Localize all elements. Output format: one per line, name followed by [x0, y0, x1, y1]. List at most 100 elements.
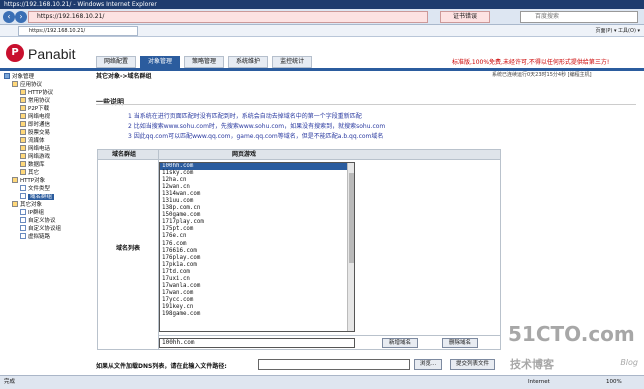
domain-option[interactable]: 138p.com.cn: [160, 205, 354, 212]
listbox-scrollbar[interactable]: [347, 163, 354, 331]
toolbar-tools[interactable]: 页面(P) ▾ 工具(O) ▾: [595, 26, 640, 36]
add-domain-button[interactable]: 新增域名: [382, 338, 419, 348]
menu-tab[interactable]: 网络配置: [96, 56, 137, 68]
window-title: https://192.168.10.21/ - Windows Interne…: [0, 0, 644, 9]
browser-tab[interactable]: https://192.168.10.21/: [18, 26, 138, 36]
sidebar-item-label: IP群组: [28, 210, 44, 216]
zoom-level[interactable]: 100%: [606, 376, 622, 389]
sidebar-item-label: 常用协议: [28, 98, 51, 104]
scroll-thumb[interactable]: [349, 173, 354, 263]
sidebar-item[interactable]: 流媒体: [4, 137, 86, 145]
domain-input[interactable]: 100hh.com: [159, 338, 355, 348]
domain-option[interactable]: 191key.cn: [160, 304, 354, 311]
help-title: 一些说明: [96, 98, 124, 106]
sidebar-item[interactable]: 即时通信: [4, 121, 86, 129]
domain-option[interactable]: 17wan.com: [160, 290, 354, 297]
submit-list-button[interactable]: 提交列表文件: [450, 359, 496, 370]
sidebar-item-label: 股票交易: [28, 130, 51, 136]
folder-icon: [20, 145, 26, 151]
domain-option[interactable]: 17ycc.com: [160, 297, 354, 304]
help-notes: 1 当系统在进行页面匹配时没有匹配到时，系统会自动去掉域名中的第一个字段重新匹配…: [128, 112, 385, 142]
folder-icon: [20, 113, 26, 119]
sidebar-item[interactable]: 网络电话: [4, 145, 86, 153]
folder-icon: [12, 201, 18, 207]
cert-error-badge[interactable]: 证书错误: [440, 11, 490, 23]
watermark: 51CTO.com 技术博客 Blog: [508, 322, 638, 378]
folder-icon: [20, 161, 26, 167]
domain-option[interactable]: 11sky.com: [160, 170, 354, 177]
domain-option[interactable]: 1717play.com: [160, 219, 354, 226]
menu-tab[interactable]: 策略管理: [184, 56, 225, 68]
domain-option[interactable]: 131uu.com: [160, 198, 354, 205]
sidebar-item-label: 数据库: [28, 162, 45, 168]
sidebar-item[interactable]: 常用协议: [4, 97, 86, 105]
search-input[interactable]: 百度搜索: [520, 11, 638, 23]
delete-domain-button[interactable]: 删除域名: [442, 338, 479, 348]
domain-listbox[interactable]: 100hh.com 11sky.com 12ha.cn 12wan.cn 1314wan…: [159, 162, 355, 332]
domain-option[interactable]: 176e.cn: [160, 233, 354, 240]
sidebar-item[interactable]: 自定义协议组: [4, 225, 86, 233]
menu-tab[interactable]: 对象管理: [140, 56, 181, 68]
sidebar-item-label: 自定义协议组: [28, 226, 62, 232]
zone-indicator: Internet: [528, 379, 550, 385]
sidebar-item[interactable]: 网络游戏: [4, 153, 86, 161]
sidebar-item-label: 网络电话: [28, 146, 51, 152]
domain-option[interactable]: 17wanla.com: [160, 283, 354, 290]
import-label: 如果从文件加载DNS列表，请在此输入文件路径:: [96, 363, 227, 370]
domain-option[interactable]: 150game.com: [160, 212, 354, 219]
domain-option[interactable]: 176.com: [160, 241, 354, 248]
sidebar-item-label: 文件类型: [28, 186, 51, 192]
sidebar-item[interactable]: 数据库: [4, 161, 86, 169]
sidebar-item[interactable]: 网络电视: [4, 113, 86, 121]
domain-group-table: 域名群组 网页游戏 域名列表 100hh.com 11sky.com 12ha.cn…: [97, 149, 501, 350]
forward-icon[interactable]: ›: [15, 11, 27, 23]
domain-option[interactable]: [160, 318, 354, 325]
browse-button[interactable]: 浏览...: [414, 359, 443, 370]
folder-icon: [20, 105, 26, 111]
sidebar-item[interactable]: HTTP对象: [4, 177, 86, 185]
domain-option[interactable]: 17uxi.cn: [160, 276, 354, 283]
sidebar-item[interactable]: 其它对象: [4, 201, 86, 209]
help-note: 3 因此qq.com可以匹配www.qq.com，game.qq.com等域名，…: [128, 133, 384, 140]
domain-option[interactable]: 100hh.com: [160, 163, 354, 171]
sidebar-item[interactable]: 对象管理: [4, 73, 86, 81]
sidebar-item[interactable]: 虚拟链路: [4, 233, 86, 241]
sidebar-item-label: 流媒体: [28, 138, 45, 144]
sidebar-item[interactable]: IP群组: [4, 209, 86, 217]
col-name-header: 网页游戏: [232, 151, 257, 158]
url-input[interactable]: https://192.168.10.21/: [28, 11, 428, 23]
back-icon[interactable]: ‹: [3, 11, 15, 23]
domain-option[interactable]: 176play.com: [160, 255, 354, 262]
sidebar-item[interactable]: P2P下载: [4, 105, 86, 113]
watermark-blog: Blog: [620, 358, 638, 367]
sidebar-item[interactable]: HTTP协议: [4, 89, 86, 97]
page-icon: [20, 209, 26, 215]
sidebar-item-label: 应用协议: [20, 82, 43, 88]
sidebar-item-label: 即时通信: [28, 122, 51, 128]
domain-option[interactable]: 12ha.cn: [160, 177, 354, 184]
sidebar-item[interactable]: 文件类型: [4, 185, 86, 193]
domain-option[interactable]: 1314wan.com: [160, 191, 354, 198]
help-note: 1 当系统在进行页面匹配时没有匹配到时，系统会自动去掉域名中的第一个字段重新匹配: [128, 113, 362, 120]
folder-icon: [20, 89, 26, 95]
status-bar: 完成 Internet 100%: [0, 375, 644, 389]
page-icon: [20, 225, 26, 231]
sidebar-item[interactable]: 应用协议: [4, 81, 86, 89]
folder-icon: [20, 121, 26, 127]
sidebar-item[interactable]: 自定义协议: [4, 217, 86, 225]
sidebar-item[interactable]: 域名群组: [4, 193, 86, 201]
sidebar-item[interactable]: 股票交易: [4, 129, 86, 137]
sidebar-item[interactable]: 其它: [4, 169, 86, 177]
menu-tab[interactable]: 系统维护: [228, 56, 269, 68]
file-path-input[interactable]: [258, 359, 410, 370]
domain-option[interactable]: 17pk1a.com: [160, 262, 354, 269]
domain-option[interactable]: 175pt.com: [160, 226, 354, 233]
domain-option[interactable]: 176616.com: [160, 248, 354, 255]
domain-option[interactable]: [160, 325, 354, 331]
domain-option[interactable]: 198game.com: [160, 311, 354, 318]
menu-tab[interactable]: 监控统计: [272, 56, 313, 68]
tab-bar: https://192.168.10.21/ 页面(P) ▾ 工具(O) ▾: [0, 25, 644, 37]
system-uptime: 系统已连续运行0天23时15分4秒 [编程主机]: [492, 72, 592, 78]
domain-option[interactable]: 17td.com: [160, 269, 354, 276]
domain-option[interactable]: 12wan.cn: [160, 184, 354, 191]
